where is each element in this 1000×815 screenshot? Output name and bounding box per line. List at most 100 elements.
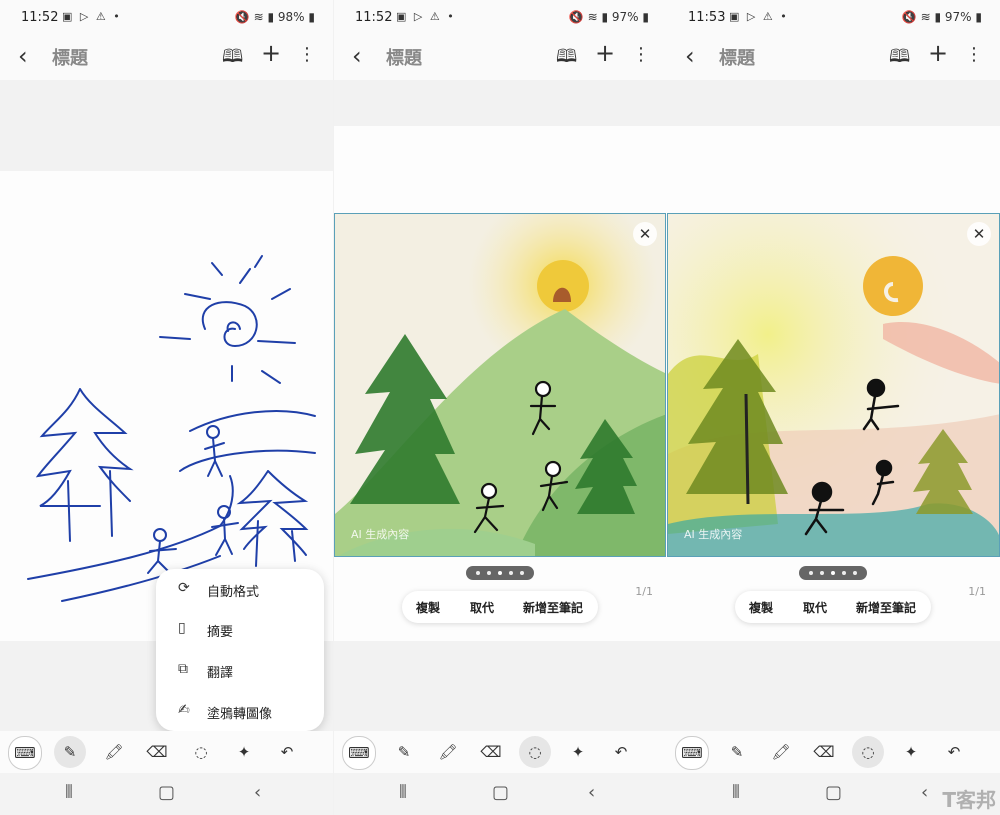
highlighter-icon[interactable]: 🖍 xyxy=(765,736,797,768)
recent-apps-icon[interactable]: ⦀ xyxy=(399,782,407,803)
app-bar: ‹ 標題 🕮 + ⋮ xyxy=(667,34,1000,80)
system-icons: 🔇 ≋ ▮ 97% ▮ xyxy=(568,10,649,24)
status-time: 11:53 xyxy=(688,10,726,25)
highlighter-icon[interactable]: 🖍 xyxy=(432,736,464,768)
screen-1: 11:52 ▣ ▷ ⚠ • 🔇 ≋ ▮ 98% ▮ ‹ 標題 🕮 + ⋮ ⟳ 自… xyxy=(0,0,333,815)
chevron-left-icon[interactable]: ‹ xyxy=(18,42,28,70)
more-vertical-icon[interactable]: ⋮ xyxy=(298,44,316,65)
image-action-bar: 複製 取代 新增至筆記 xyxy=(735,591,931,623)
notification-icons: ▣ ▷ ⚠ • xyxy=(62,10,122,23)
image-pager-dots[interactable] xyxy=(799,566,867,580)
ai-sparkle-icon[interactable]: ✦ xyxy=(562,736,594,768)
keyboard-icon[interactable]: ⌨ xyxy=(675,736,709,770)
close-icon[interactable]: ✕ xyxy=(967,222,991,246)
recent-apps-icon[interactable]: ⦀ xyxy=(732,782,740,803)
menu-item-translate[interactable]: ⧉ 翻譯 xyxy=(156,650,324,690)
lasso-icon[interactable]: ◌ xyxy=(852,736,884,768)
eraser-icon[interactable]: ⌫ xyxy=(808,736,840,768)
menu-item-sketch-to-image[interactable]: ✍ 塗鴉轉圖像 xyxy=(156,691,324,731)
pen-icon[interactable]: ✎ xyxy=(721,736,753,768)
copy-button[interactable]: 複製 xyxy=(416,599,440,616)
system-icons: 🔇 ≋ ▮ 98% ▮ xyxy=(234,10,315,24)
highlighter-icon[interactable]: 🖍 xyxy=(98,736,130,768)
close-icon[interactable]: ✕ xyxy=(633,222,657,246)
system-nav-bar: ⦀ ▢ ‹ xyxy=(334,773,667,815)
battery-level: 98% xyxy=(277,10,305,24)
watercolor-image xyxy=(335,214,665,556)
book-icon[interactable]: 🕮 xyxy=(556,44,577,74)
eraser-icon[interactable]: ⌫ xyxy=(141,736,173,768)
status-bar: 11:52 ▣ ▷ ⚠ • 🔇 ≋ ▮ 97% ▮ xyxy=(334,0,667,34)
note-title[interactable]: 標題 xyxy=(386,44,422,70)
battery-level: 97% xyxy=(944,10,972,24)
undo-icon[interactable]: ↶ xyxy=(271,736,303,768)
note-title[interactable]: 標題 xyxy=(52,44,88,70)
home-icon[interactable]: ▢ xyxy=(825,782,842,803)
home-icon[interactable]: ▢ xyxy=(158,782,175,803)
ai-watermark: AI 生成內容 xyxy=(351,528,410,541)
ai-assist-menu: ⟳ 自動格式 ▯ 摘要 ⧉ 翻譯 ✍ 塗鴉轉圖像 xyxy=(156,569,324,731)
more-vertical-icon[interactable]: ⋮ xyxy=(965,44,983,65)
drawing-toolbar: ⌨ ✎ 🖍 ⌫ ◌ ✦ ↶ xyxy=(334,731,667,773)
menu-item-auto-format[interactable]: ⟳ 自動格式 xyxy=(156,569,324,609)
more-vertical-icon[interactable]: ⋮ xyxy=(632,44,650,65)
add-to-note-button[interactable]: 新增至筆記 xyxy=(523,599,583,616)
image-pager-dots[interactable] xyxy=(466,566,534,580)
summary-icon: ▯ xyxy=(178,620,186,636)
system-icons: 🔇 ≋ ▮ 97% ▮ xyxy=(901,10,982,24)
image-action-bar: 複製 取代 新增至筆記 xyxy=(402,591,598,623)
lasso-icon[interactable]: ◌ xyxy=(519,736,551,768)
pen-icon[interactable]: ✎ xyxy=(388,736,420,768)
book-icon[interactable]: 🕮 xyxy=(222,44,243,74)
screen-2: 11:52 ▣ ▷ ⚠ • 🔇 ≋ ▮ 97% ▮ ‹ 標題 🕮 + ⋮ ✕ A… xyxy=(334,0,667,815)
pen-icon[interactable]: ✎ xyxy=(54,736,86,768)
translate-icon: ⧉ xyxy=(178,661,188,677)
replace-button[interactable]: 取代 xyxy=(803,599,827,616)
status-bar: 11:52 ▣ ▷ ⚠ • 🔇 ≋ ▮ 98% ▮ xyxy=(0,0,333,34)
add-to-note-button[interactable]: 新增至筆記 xyxy=(856,599,916,616)
undo-icon[interactable]: ↶ xyxy=(938,736,970,768)
ai-sparkle-icon[interactable]: ✦ xyxy=(228,736,260,768)
ai-sparkle-icon[interactable]: ✦ xyxy=(895,736,927,768)
ai-watermark: AI 生成內容 xyxy=(684,528,743,541)
techbang-logo: T客邦 xyxy=(942,788,996,812)
back-nav-icon[interactable]: ‹ xyxy=(254,782,261,803)
notification-icons: ▣ ▷ ⚠ • xyxy=(729,10,789,23)
plus-icon[interactable]: + xyxy=(595,39,615,67)
book-icon[interactable]: 🕮 xyxy=(889,44,910,74)
home-icon[interactable]: ▢ xyxy=(492,782,509,803)
plus-icon[interactable]: + xyxy=(261,39,281,67)
status-bar: 11:53 ▣ ▷ ⚠ • 🔇 ≋ ▮ 97% ▮ xyxy=(667,0,1000,34)
undo-icon[interactable]: ↶ xyxy=(605,736,637,768)
replace-button[interactable]: 取代 xyxy=(470,599,494,616)
plus-icon[interactable]: + xyxy=(928,39,948,67)
screen-3: 11:53 ▣ ▷ ⚠ • 🔇 ≋ ▮ 97% ▮ ‹ 標題 🕮 + ⋮ ✕ A… xyxy=(667,0,1000,815)
app-bar: ‹ 標題 🕮 + ⋮ xyxy=(334,34,667,80)
generated-image-2[interactable]: ✕ AI 生成內容 xyxy=(667,213,1000,557)
back-nav-icon[interactable]: ‹ xyxy=(588,782,595,803)
note-title[interactable]: 標題 xyxy=(719,44,755,70)
chevron-left-icon[interactable]: ‹ xyxy=(685,42,695,70)
copy-button[interactable]: 複製 xyxy=(749,599,773,616)
notification-icons: ▣ ▷ ⚠ • xyxy=(396,10,456,23)
drawing-toolbar: ⌨ ✎ 🖍 ⌫ ◌ ✦ ↶ xyxy=(667,731,1000,773)
app-bar: ‹ 標題 🕮 + ⋮ xyxy=(0,34,333,80)
keyboard-icon[interactable]: ⌨ xyxy=(342,736,376,770)
system-nav-bar: ⦀ ▢ ‹ xyxy=(0,773,333,815)
keyboard-icon[interactable]: ⌨ xyxy=(8,736,42,770)
status-time: 11:52 xyxy=(355,10,393,25)
chevron-left-icon[interactable]: ‹ xyxy=(352,42,362,70)
back-nav-icon[interactable]: ‹ xyxy=(921,782,928,803)
page-indicator: 1/1 xyxy=(968,585,986,598)
status-time: 11:52 xyxy=(21,10,59,25)
menu-item-summary[interactable]: ▯ 摘要 xyxy=(156,609,324,649)
eraser-icon[interactable]: ⌫ xyxy=(475,736,507,768)
recent-apps-icon[interactable]: ⦀ xyxy=(65,782,73,803)
battery-level: 97% xyxy=(611,10,639,24)
lasso-icon[interactable]: ◌ xyxy=(185,736,217,768)
watercolor-image xyxy=(668,214,999,556)
auto-format-icon: ⟳ xyxy=(178,580,190,596)
drawing-toolbar: ⌨ ✎ 🖍 ⌫ ◌ ✦ ↶ xyxy=(0,731,333,773)
page-indicator: 1/1 xyxy=(635,585,653,598)
generated-image-1[interactable]: ✕ AI 生成內容 xyxy=(334,213,666,557)
